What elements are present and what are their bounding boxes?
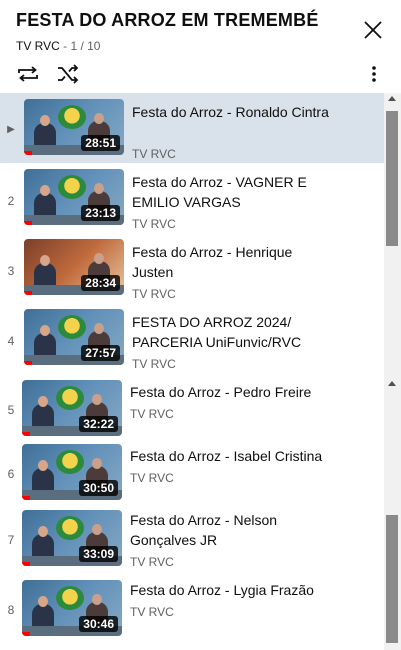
playlist-item[interactable]: 7 33:09 Festa do Arroz - Nelson Gonçalve… bbox=[0, 506, 384, 576]
video-channel[interactable]: TV RVC bbox=[132, 147, 176, 161]
watch-progress-bar bbox=[24, 291, 32, 295]
video-duration: 27:57 bbox=[81, 345, 120, 361]
playlist-item[interactable]: 5 32:22 Festa do Arroz - Pedro Freire TV… bbox=[0, 376, 384, 446]
item-index: 7 bbox=[7, 533, 15, 547]
watch-progress-bar bbox=[24, 361, 32, 365]
scroll-up-arrow[interactable] bbox=[388, 381, 396, 386]
item-index: 8 bbox=[7, 603, 15, 617]
playlist-item[interactable]: 8 30:46 Festa do Arroz - Lygia Frazão TV… bbox=[0, 576, 384, 646]
video-duration: 30:50 bbox=[79, 480, 118, 496]
video-channel[interactable]: TV RVC bbox=[130, 605, 174, 619]
video-channel[interactable]: TV RVC bbox=[130, 407, 174, 421]
more-vert-icon bbox=[372, 66, 376, 82]
watch-progress-bar bbox=[22, 562, 30, 566]
shuffle-icon bbox=[58, 64, 79, 84]
playlist-channel[interactable]: TV RVC bbox=[16, 39, 60, 53]
close-icon bbox=[364, 21, 382, 39]
playlist-position: - 1 / 10 bbox=[59, 39, 101, 53]
video-title[interactable]: Festa do Arroz - Henrique Justen bbox=[132, 242, 332, 282]
playlist-items: ▶ 28:51 Festa do Arroz - Ronaldo Cintra … bbox=[0, 93, 384, 650]
video-thumbnail[interactable]: 30:46 bbox=[22, 580, 122, 636]
scroll-up-arrow[interactable] bbox=[388, 96, 396, 101]
video-title[interactable]: Festa do Arroz - Pedro Freire bbox=[130, 382, 330, 402]
watch-progress-bar bbox=[22, 496, 30, 500]
video-title[interactable]: Festa do Arroz - Nelson Gonçalves JR bbox=[130, 510, 330, 550]
watch-progress-bar bbox=[24, 221, 32, 225]
video-thumbnail[interactable]: 28:51 bbox=[24, 99, 124, 155]
loop-icon bbox=[18, 66, 38, 82]
item-index: 2 bbox=[7, 194, 15, 208]
item-index: 3 bbox=[7, 264, 15, 278]
watch-progress-bar bbox=[22, 632, 30, 636]
video-thumbnail[interactable]: 30:50 bbox=[22, 444, 122, 500]
video-title[interactable]: Festa do Arroz - Ronaldo Cintra bbox=[132, 102, 332, 122]
video-channel[interactable]: TV RVC bbox=[130, 555, 174, 569]
watch-progress-bar bbox=[22, 432, 30, 436]
loop-button[interactable] bbox=[16, 64, 40, 84]
scroll-thumb[interactable] bbox=[386, 515, 398, 643]
video-channel[interactable]: TV RVC bbox=[132, 287, 176, 301]
watch-progress-bar bbox=[24, 151, 32, 155]
playlist-panel: FESTA DO ARROZ EM TREMEMBÉ TV RVC - 1 / … bbox=[0, 0, 401, 650]
close-button[interactable] bbox=[361, 18, 385, 42]
playlist-subtitle: TV RVC - 1 / 10 bbox=[16, 39, 100, 53]
item-index: 5 bbox=[7, 403, 15, 417]
item-index: 6 bbox=[7, 467, 15, 481]
video-duration: 33:09 bbox=[79, 546, 118, 562]
more-button[interactable] bbox=[364, 64, 384, 84]
now-playing-icon: ▶ bbox=[7, 124, 15, 135]
video-thumbnail[interactable]: 32:22 bbox=[22, 380, 122, 436]
playlist-item[interactable]: 4 27:57 FESTA DO ARROZ 2024/ PARCERIA Un… bbox=[0, 303, 384, 373]
video-title[interactable]: Festa do Arroz - VAGNER E EMILIO VARGAS bbox=[132, 172, 332, 212]
playlist-scrollbar[interactable] bbox=[384, 93, 401, 650]
video-duration: 23:13 bbox=[81, 205, 120, 221]
video-thumbnail[interactable]: 27:57 bbox=[24, 309, 124, 365]
playlist-item[interactable]: 3 28:34 Festa do Arroz - Henrique Justen… bbox=[0, 233, 384, 303]
video-title[interactable]: Festa do Arroz - Lygia Frazão bbox=[130, 580, 330, 600]
video-channel[interactable]: TV RVC bbox=[132, 217, 176, 231]
video-channel[interactable]: TV RVC bbox=[130, 471, 174, 485]
video-thumbnail[interactable]: 33:09 bbox=[22, 510, 122, 566]
playlist-item[interactable]: ▶ 28:51 Festa do Arroz - Ronaldo Cintra … bbox=[0, 93, 384, 163]
video-title[interactable]: FESTA DO ARROZ 2024/ PARCERIA UniFunvic/… bbox=[132, 312, 332, 352]
video-duration: 32:22 bbox=[79, 416, 118, 432]
item-index: 4 bbox=[7, 334, 15, 348]
video-duration: 28:51 bbox=[81, 135, 120, 151]
video-thumbnail[interactable]: 23:13 bbox=[24, 169, 124, 225]
video-thumbnail[interactable]: 28:34 bbox=[24, 239, 124, 295]
playlist-title[interactable]: FESTA DO ARROZ EM TREMEMBÉ bbox=[16, 10, 319, 31]
video-duration: 28:34 bbox=[81, 275, 120, 291]
shuffle-button[interactable] bbox=[56, 64, 80, 84]
playlist-item[interactable]: 6 30:50 Festa do Arroz - Isabel Cristina… bbox=[0, 440, 384, 510]
video-title[interactable]: Festa do Arroz - Isabel Cristina bbox=[130, 446, 330, 466]
scroll-thumb[interactable] bbox=[386, 111, 398, 246]
video-channel[interactable]: TV RVC bbox=[132, 357, 176, 371]
playlist-item[interactable]: 2 23:13 Festa do Arroz - VAGNER E EMILIO… bbox=[0, 163, 384, 233]
video-duration: 30:46 bbox=[79, 616, 118, 632]
